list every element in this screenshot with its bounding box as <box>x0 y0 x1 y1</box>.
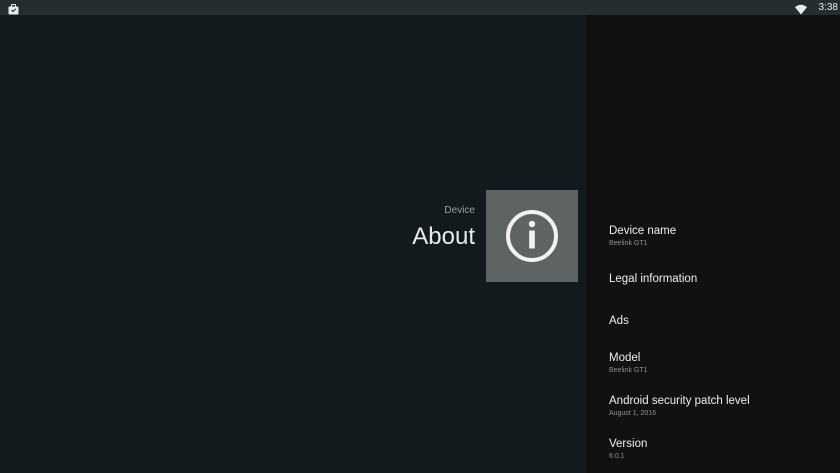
info-icon <box>506 210 558 262</box>
item-summary: Beelink GT1 <box>609 367 648 374</box>
about-screen: 3:38 Device About Device name Beelink GT… <box>0 0 840 473</box>
list-item-legal-information[interactable]: Legal information <box>609 272 829 286</box>
item-title: Model <box>609 352 641 364</box>
item-summary: 6.0.1 <box>609 453 625 460</box>
list-item-model[interactable]: Model Beelink GT1 <box>609 351 829 376</box>
list-item-version[interactable]: Version 6.0.1 <box>609 437 829 462</box>
list-item-ads[interactable]: Ads <box>609 314 829 328</box>
status-bar: 3:38 <box>0 0 840 15</box>
item-summary: August 1, 2016 <box>609 410 657 417</box>
breadcrumb: Device <box>444 205 475 216</box>
item-summary: Beelink GT1 <box>609 240 648 247</box>
list-item-security-patch[interactable]: Android security patch level August 1, 2… <box>609 394 829 419</box>
page-title: About <box>412 223 475 250</box>
item-title: Device name <box>609 225 677 237</box>
briefcase-icon <box>8 2 19 15</box>
info-icon-tile <box>486 190 578 282</box>
item-title: Legal information <box>609 273 698 285</box>
list-item-device-name[interactable]: Device name Beelink GT1 <box>609 224 829 249</box>
clock: 3:38 <box>818 2 838 13</box>
item-title: Version <box>609 438 648 450</box>
settings-list: Device name Beelink GT1 Legal informatio… <box>586 15 840 473</box>
item-title: Android security patch level <box>609 395 750 407</box>
wifi-icon <box>795 2 807 15</box>
item-title: Ads <box>609 315 629 327</box>
